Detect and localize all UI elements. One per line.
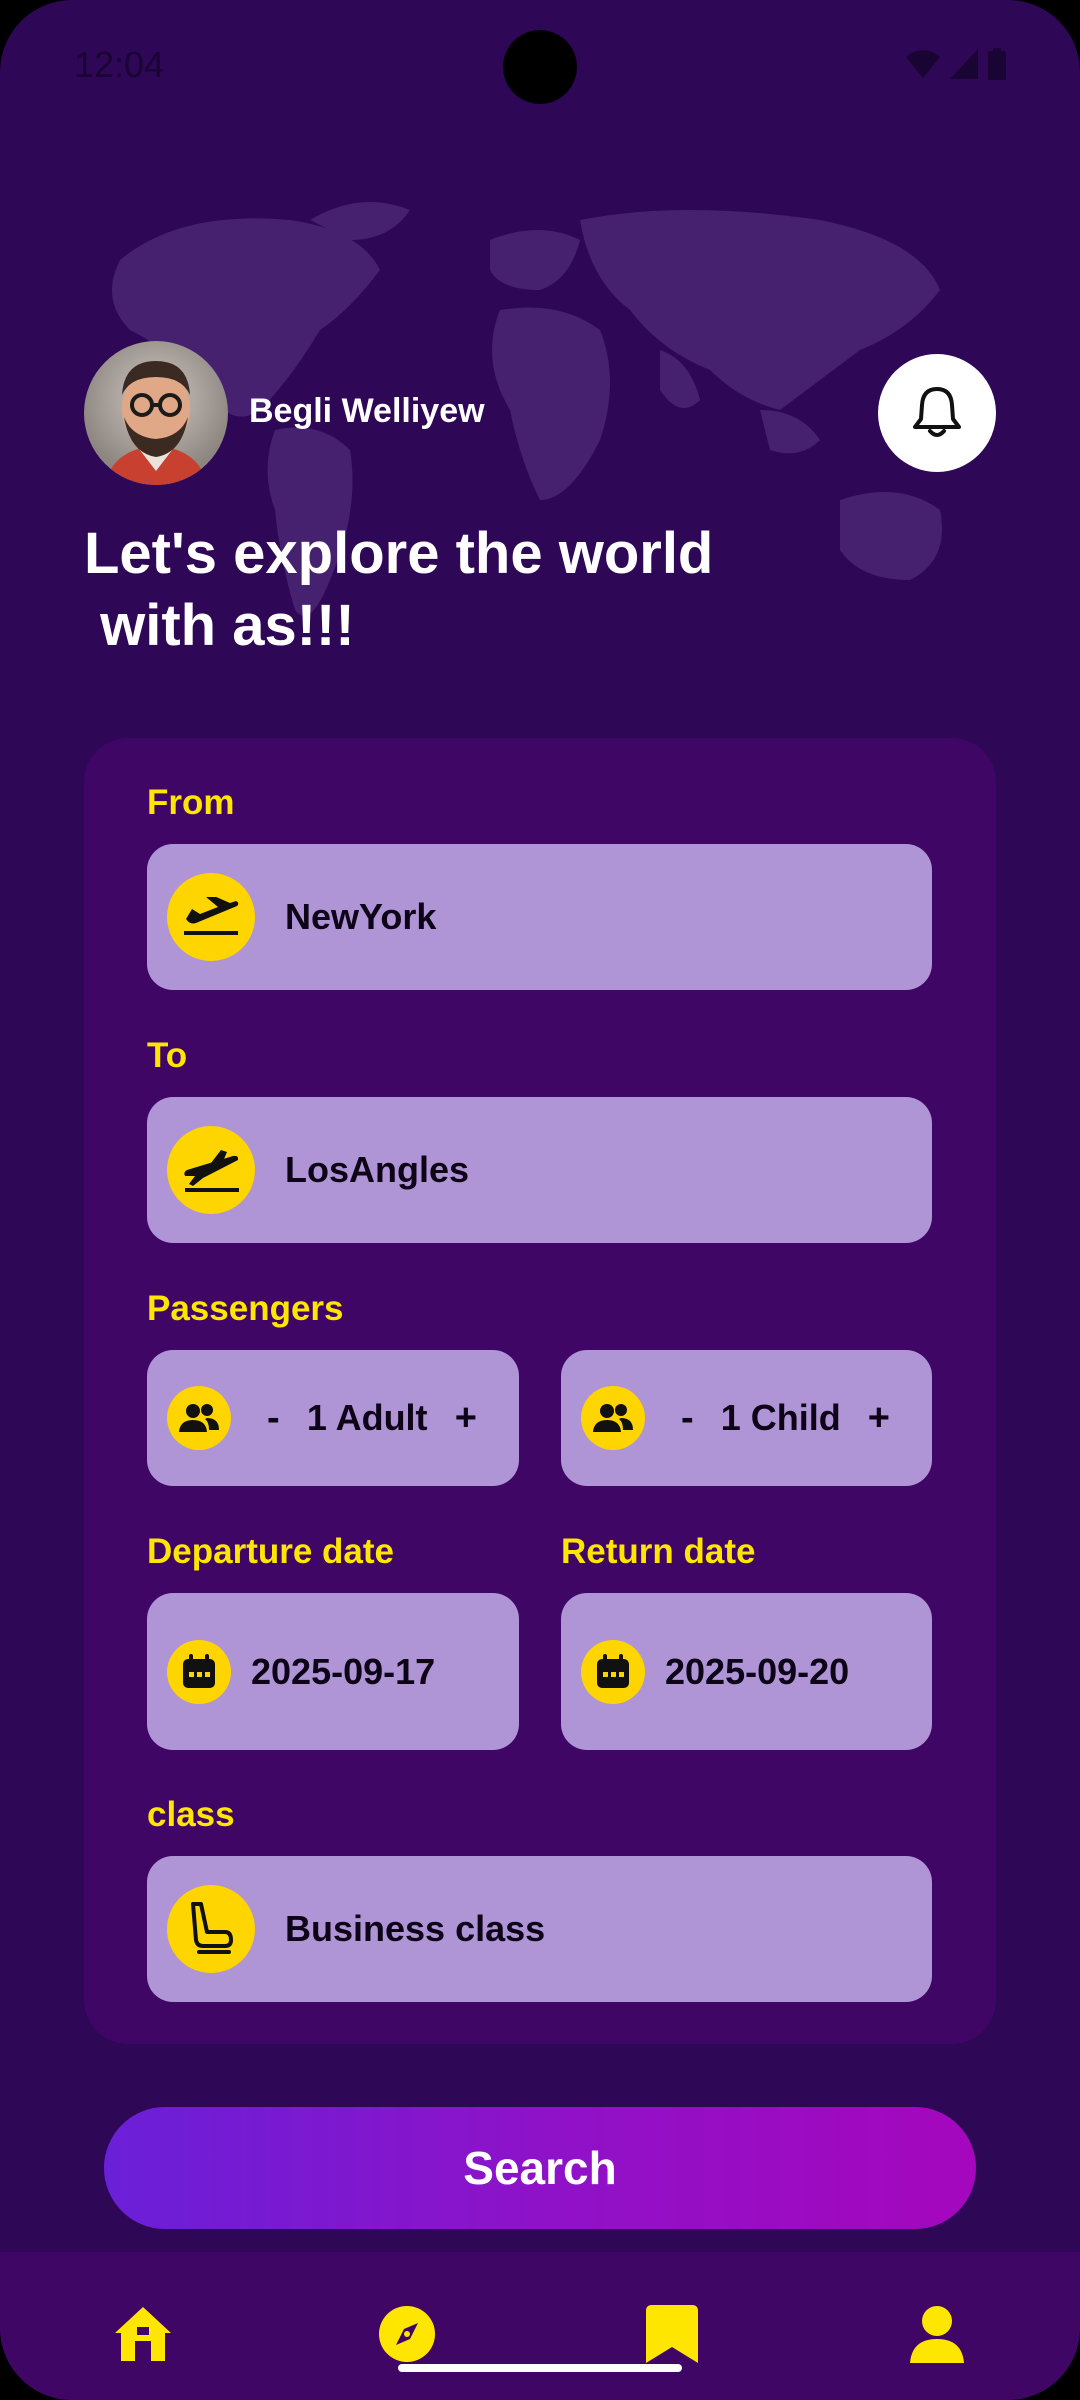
status-bar: 12:04 (0, 0, 1080, 130)
user-avatar[interactable] (84, 341, 228, 485)
child-plus-button[interactable]: + (856, 1397, 902, 1440)
bottom-navigation (0, 2252, 1080, 2400)
departure-date-value: 2025-09-17 (251, 1650, 436, 1692)
nav-profile[interactable] (905, 2302, 969, 2366)
class-value: Business class (285, 1908, 546, 1949)
people-icon-circle (581, 1386, 645, 1450)
bookmark-icon (646, 2305, 698, 2363)
to-value: LosAngles (285, 1149, 470, 1190)
child-count: 1 Child (720, 1397, 841, 1438)
from-field[interactable]: NewYork (147, 844, 932, 990)
seat-icon-circle (167, 1885, 255, 1973)
plane-takeoff-icon (184, 897, 239, 935)
phone-screen: 12:04 Begli Welliyew Let's explore the w… (0, 0, 1080, 2400)
page-headline: Let's explore the world with as!!! (84, 521, 714, 658)
adult-plus-button[interactable]: + (443, 1397, 489, 1440)
home-indicator[interactable] (398, 2364, 682, 2372)
user-name: Begli Welliyew (249, 392, 485, 430)
battery-icon (988, 48, 1006, 80)
status-icons (906, 48, 1006, 80)
adult-minus-button[interactable]: - (255, 1397, 292, 1440)
notifications-button[interactable] (878, 354, 996, 472)
plane-landing-icon-circle (167, 1126, 255, 1214)
departure-date-label: Departure date (147, 1532, 395, 1571)
adult-counter: - 1 Adult + (231, 1397, 519, 1440)
return-date-value: 2025-09-20 (665, 1650, 850, 1692)
status-time: 12:04 (74, 44, 165, 85)
compass-icon (379, 2306, 435, 2362)
nav-bookmarks[interactable] (640, 2302, 704, 2366)
people-icon-circle (167, 1386, 231, 1450)
front-camera (503, 30, 577, 104)
calendar-icon-circle (167, 1639, 231, 1704)
booking-card: From NewYork To LosAngles Passengers - 1… (84, 738, 996, 2044)
people-icon (593, 1404, 633, 1432)
plane-takeoff-icon-circle (167, 873, 255, 961)
plane-landing-icon (184, 1150, 239, 1192)
passengers-label: Passengers (147, 1289, 344, 1328)
to-label: To (147, 1036, 188, 1075)
search-button[interactable]: Search (104, 2107, 976, 2229)
to-field[interactable]: LosAngles (147, 1097, 932, 1243)
adult-count: 1 Adult (306, 1397, 428, 1438)
class-field[interactable]: Business class (147, 1856, 932, 2002)
adult-passenger-stepper[interactable]: - 1 Adult + (147, 1350, 519, 1486)
people-icon (179, 1404, 219, 1432)
child-minus-button[interactable]: - (669, 1397, 706, 1440)
calendar-icon (183, 1653, 215, 1688)
calendar-icon (597, 1653, 629, 1688)
seat-icon (191, 1902, 233, 1954)
return-date-field[interactable]: 2025-09-20 (561, 1593, 932, 1750)
from-value: NewYork (285, 896, 437, 937)
child-counter: - 1 Child + (645, 1397, 932, 1440)
nav-home[interactable] (111, 2302, 175, 2366)
class-label: class (147, 1795, 235, 1834)
from-label: From (147, 783, 235, 822)
departure-date-field[interactable]: 2025-09-17 (147, 1593, 519, 1750)
profile-icon (910, 2306, 964, 2363)
home-icon (115, 2307, 171, 2361)
avatar-illustration (106, 361, 206, 485)
return-date-label: Return date (561, 1532, 756, 1571)
bell-icon (913, 387, 961, 437)
signal-icon (950, 49, 978, 79)
wifi-icon (906, 50, 940, 78)
child-passenger-stepper[interactable]: - 1 Child + (561, 1350, 932, 1486)
calendar-icon-circle (581, 1639, 645, 1704)
nav-explore[interactable] (375, 2302, 439, 2366)
